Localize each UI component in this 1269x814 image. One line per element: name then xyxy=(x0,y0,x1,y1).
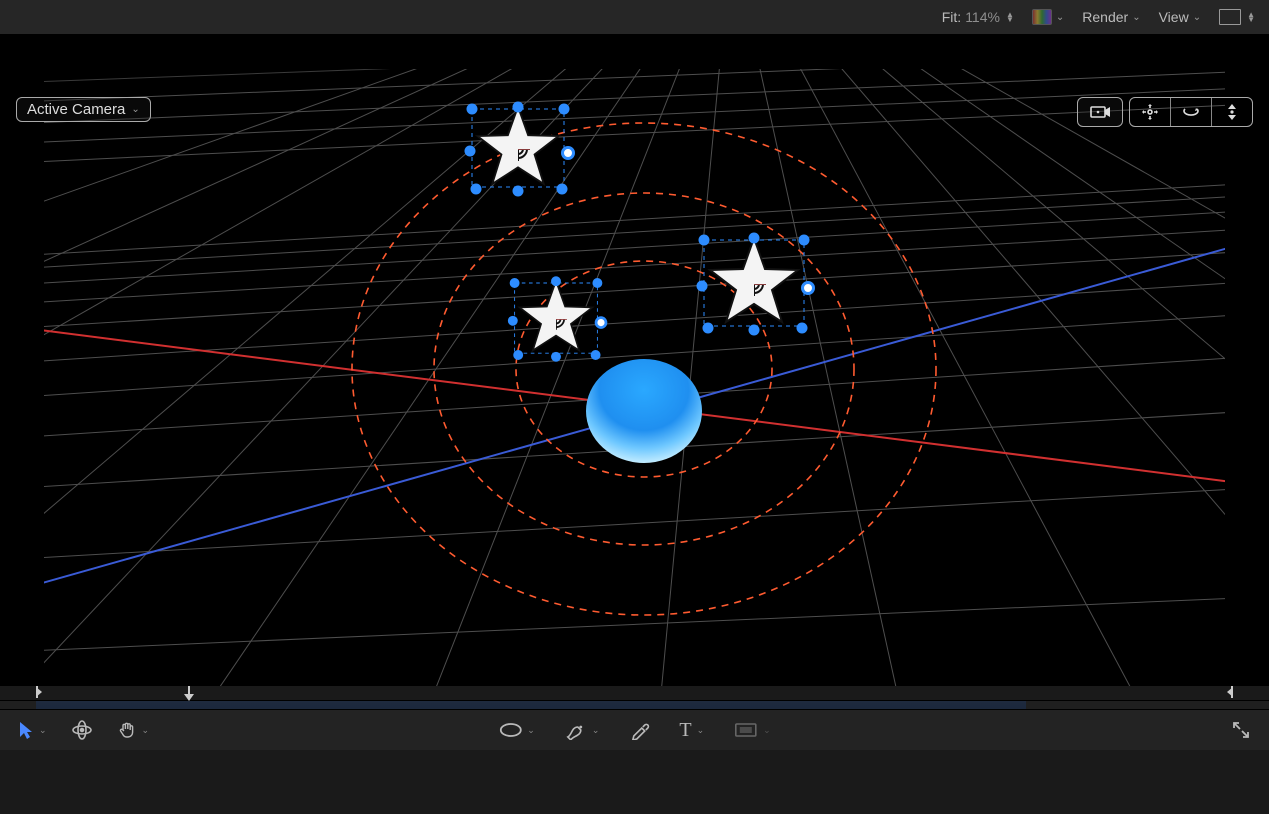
star-object-3 xyxy=(697,233,814,336)
3d-transform-group xyxy=(1129,97,1253,127)
tools-toolbar: ⌄ ⌄ ⌄ ⌄ T ⌄ xyxy=(0,709,1269,750)
fit-control[interactable]: Fit: 114% ▲▼ xyxy=(942,9,1014,25)
sphere-object xyxy=(586,359,702,463)
render-menu[interactable]: Render ⌄ xyxy=(1082,9,1140,25)
stepper-icon: ▲▼ xyxy=(1247,12,1255,22)
dolly-3d-button[interactable] xyxy=(1211,98,1252,126)
text-tool-label: T xyxy=(679,719,691,742)
stepper-icon: ▲▼ xyxy=(1006,12,1014,22)
fit-value: 114% xyxy=(965,9,1000,25)
3d-transform-tool[interactable] xyxy=(71,720,93,740)
timeline-ruler[interactable] xyxy=(0,686,1269,701)
color-channels-control[interactable]: ⌄ xyxy=(1032,9,1064,25)
fit-label: Fit: xyxy=(942,9,961,25)
canvas-area: Active Camera ⌄ xyxy=(0,35,1269,750)
out-point-marker[interactable] xyxy=(1227,687,1233,697)
chevron-down-icon: ⌄ xyxy=(592,725,600,736)
select-tool[interactable]: ⌄ xyxy=(18,720,47,740)
chevron-down-icon: ⌄ xyxy=(697,725,705,736)
chevron-down-icon: ⌄ xyxy=(1132,12,1140,23)
chevron-down-icon: ⌄ xyxy=(1193,12,1201,23)
paint-tool[interactable] xyxy=(629,720,649,740)
pan-3d-button[interactable] xyxy=(1130,98,1170,126)
chevron-down-icon: ⌄ xyxy=(1056,12,1064,23)
pen-tool[interactable]: ⌄ xyxy=(565,720,600,740)
3d-viewport[interactable] xyxy=(44,69,1225,709)
rainbow-icon xyxy=(1032,9,1052,25)
expand-viewer-button[interactable] xyxy=(1231,720,1251,740)
pan-tool[interactable]: ⌄ xyxy=(117,720,150,740)
rectangle-icon xyxy=(1219,9,1241,25)
camera-popup[interactable]: Active Camera ⌄ xyxy=(16,97,151,122)
camera-label: Active Camera xyxy=(27,101,125,118)
chevron-down-icon: ⌄ xyxy=(131,104,139,115)
orbit-3d-button[interactable] xyxy=(1170,98,1211,126)
viewer-options-bar: Fit: 114% ▲▼ ⌄ Render ⌄ View ⌄ ▲▼ xyxy=(0,0,1269,35)
shape-tool[interactable]: ⌄ xyxy=(498,722,535,738)
camera-frame-button[interactable] xyxy=(1077,97,1123,127)
star-object-2 xyxy=(508,276,606,362)
view-label: View xyxy=(1159,9,1189,25)
safe-zones-control[interactable]: ▲▼ xyxy=(1219,9,1255,25)
text-tool[interactable]: T ⌄ xyxy=(679,719,704,742)
3d-nav-cluster xyxy=(1077,97,1253,127)
playhead[interactable] xyxy=(184,686,194,701)
in-point-marker[interactable] xyxy=(36,687,42,697)
chevron-down-icon: ⌄ xyxy=(142,725,150,736)
chevron-down-icon: ⌄ xyxy=(763,725,771,736)
render-label: Render xyxy=(1082,9,1128,25)
mask-tool[interactable]: ⌄ xyxy=(734,722,771,738)
view-menu[interactable]: View ⌄ xyxy=(1159,9,1201,25)
chevron-down-icon: ⌄ xyxy=(527,725,535,736)
star-object-1 xyxy=(465,102,574,197)
chevron-down-icon: ⌄ xyxy=(39,725,47,736)
